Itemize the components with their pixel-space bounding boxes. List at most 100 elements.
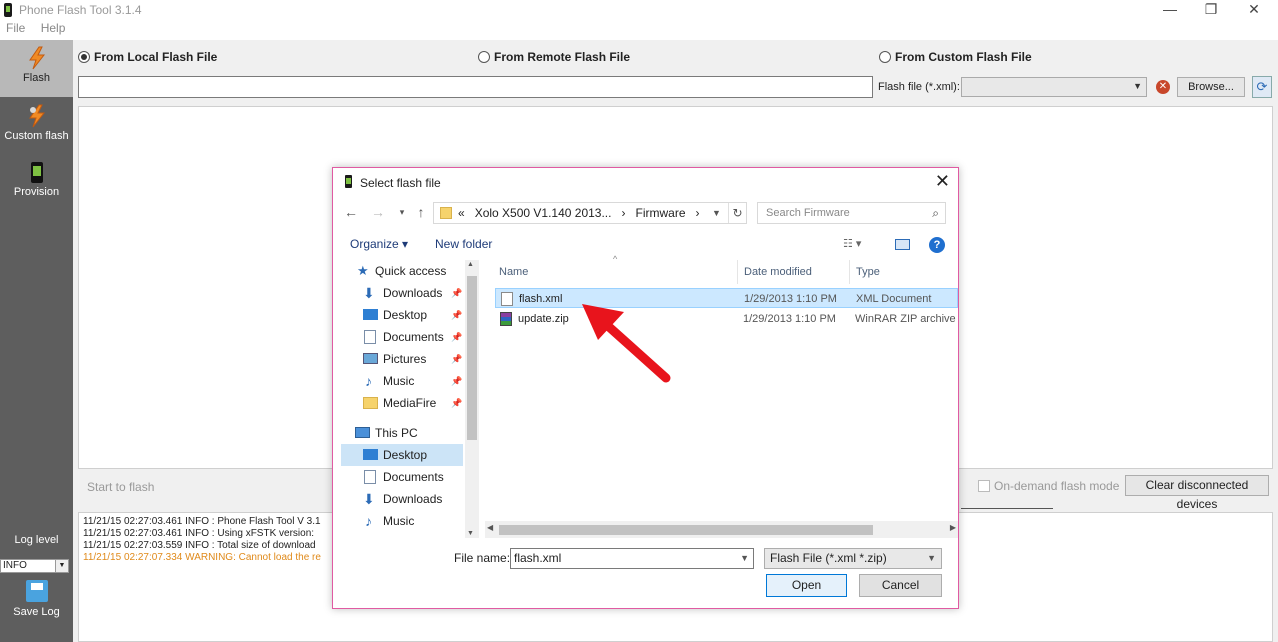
save-log-button[interactable]: Save Log (0, 580, 73, 618)
column-header-type[interactable]: Type (850, 260, 958, 284)
on-demand-flash-checkbox[interactable]: On-demand flash mode (978, 479, 1119, 493)
red-annotation-arrow-icon (582, 304, 671, 383)
chevron-down-icon[interactable]: ▼ (712, 203, 721, 223)
menu-help[interactable]: Help (41, 21, 66, 35)
menu-file[interactable]: File (6, 21, 25, 35)
radio-label: From Remote Flash File (494, 50, 631, 64)
radio-custom-flash-file[interactable]: From Custom Flash File (879, 50, 1032, 64)
nav-item-downloads-pc[interactable]: ⬇ Downloads (341, 488, 463, 510)
download-arrow-icon: ⬇ (363, 285, 375, 301)
nav-item-label: MediaFire (383, 396, 437, 410)
pin-icon[interactable]: 📌 (451, 326, 462, 348)
file-type-select[interactable]: Flash File (*.xml *.zip) ▼ (764, 548, 942, 569)
file-name-input[interactable]: flash.xml ▼ (510, 548, 754, 569)
minimize-button[interactable]: — (1150, 0, 1190, 20)
nav-item-documents-pc[interactable]: Documents (341, 466, 463, 488)
pin-icon[interactable]: 📌 (451, 348, 462, 370)
scroll-thumb[interactable] (467, 276, 477, 440)
file-row-flash-xml[interactable]: flash.xml 1/29/2013 1:10 PM XML Document (495, 288, 958, 308)
scroll-up-icon[interactable]: ▲ (467, 261, 474, 268)
breadcrumb-item[interactable]: Firmware (636, 206, 686, 220)
refresh-icon[interactable]: ↻ (728, 203, 746, 223)
log-level-label: Log level (14, 534, 59, 546)
nav-item-label: Documents (383, 330, 444, 344)
breadcrumb-overflow[interactable]: « (458, 206, 465, 220)
scroll-right-icon[interactable]: ▶ (950, 523, 956, 532)
close-icon[interactable]: ✕ (935, 171, 950, 192)
breadcrumb-separator[interactable]: › (696, 206, 700, 220)
cancel-button[interactable]: Cancel (859, 574, 942, 597)
nav-item-label: Pictures (383, 352, 427, 366)
sidebar-item-provision[interactable]: Provision (0, 154, 73, 208)
nav-item-mediafire[interactable]: MediaFire 📌 (341, 392, 463, 414)
sidebar-item-custom-flash[interactable]: Custom flash (0, 98, 73, 152)
nav-item-documents[interactable]: Documents 📌 (341, 326, 463, 348)
maximize-button[interactable]: ❐ (1191, 0, 1231, 20)
radio-remote-flash-file[interactable]: From Remote Flash File (478, 50, 630, 64)
file-list-scrollbar[interactable]: ◀ ▶ (485, 521, 958, 538)
chevron-down-icon[interactable]: ▼ (740, 549, 749, 568)
sidebar-item-label: Flash (23, 72, 50, 84)
clear-selection-icon[interactable]: ✕ (1156, 80, 1170, 94)
recent-locations-chevron-icon[interactable]: ▾ (393, 203, 411, 221)
navigation-pane: ★ Quick access ⬇ Downloads 📌 Desktop 📌 D… (341, 260, 477, 538)
computer-icon (355, 427, 370, 438)
close-window-button[interactable]: ✕ (1234, 0, 1274, 20)
breadcrumb-separator[interactable]: › (622, 206, 626, 220)
refresh-icon[interactable]: ⟳ (1252, 76, 1272, 98)
browse-button[interactable]: Browse... (1177, 77, 1245, 97)
app-phone-icon (4, 3, 12, 17)
address-bar[interactable]: « Xolo X500 V1.140 2013... › Firmware › … (433, 202, 747, 224)
search-input[interactable]: Search Firmware ⌕ (757, 202, 946, 224)
flash-path-input[interactable] (78, 76, 873, 98)
pin-icon[interactable]: 📌 (451, 282, 462, 304)
view-options-icon[interactable]: ☷ ▾ (843, 237, 861, 250)
sidebar-item-label: Provision (13, 186, 60, 198)
log-level-value: INFO (3, 560, 27, 571)
breadcrumb-item[interactable]: Xolo X500 V1.140 2013... (475, 206, 612, 220)
nav-pane-scrollbar[interactable]: ▲ ▼ (465, 260, 479, 538)
save-log-label: Save Log (13, 606, 60, 618)
document-icon (364, 470, 376, 484)
nav-item-music-pc[interactable]: ♪ Music (341, 510, 463, 532)
preview-pane-icon[interactable] (895, 239, 910, 250)
clear-disconnected-devices-button[interactable]: Clear disconnected devices (1125, 475, 1269, 511)
radio-dot (478, 51, 490, 63)
pin-icon[interactable]: 📌 (451, 370, 462, 392)
column-header-date-modified[interactable]: Date modified (738, 260, 850, 284)
folder-icon (363, 397, 378, 409)
radio-label: From Custom Flash File (895, 50, 1032, 64)
nav-item-this-pc[interactable]: This PC (341, 422, 463, 444)
open-button[interactable]: Open (766, 574, 847, 597)
nav-item-desktop-pc[interactable]: Desktop (341, 444, 463, 466)
scroll-left-icon[interactable]: ◀ (487, 523, 493, 532)
nav-item-quick-access[interactable]: ★ Quick access (341, 260, 463, 282)
column-header-name[interactable]: Name (493, 260, 738, 284)
scroll-thumb[interactable] (499, 525, 873, 535)
forward-arrow-icon[interactable]: → (369, 203, 387, 221)
back-arrow-icon[interactable]: ← (342, 203, 360, 221)
radio-local-flash-file[interactable]: From Local Flash File (78, 50, 217, 64)
log-level-select[interactable]: INFO ▼ (0, 559, 69, 573)
phone-icon (30, 162, 43, 183)
file-date: 1/29/2013 1:10 PM (744, 293, 837, 305)
pin-icon[interactable]: 📌 (451, 304, 462, 326)
sidebar-item-flash[interactable]: Flash (0, 40, 73, 97)
file-type: XML Document (856, 293, 932, 305)
on-demand-label: On-demand flash mode (994, 479, 1120, 493)
pin-icon[interactable]: 📌 (451, 392, 462, 414)
nav-item-desktop[interactable]: Desktop 📌 (341, 304, 463, 326)
nav-item-music[interactable]: ♪ Music 📌 (341, 370, 463, 392)
new-folder-button[interactable]: New folder (435, 237, 492, 251)
nav-item-downloads[interactable]: ⬇ Downloads 📌 (341, 282, 463, 304)
scroll-down-icon[interactable]: ▼ (467, 530, 474, 537)
flash-file-select[interactable]: ▼ (961, 77, 1147, 97)
file-row-update-zip[interactable]: update.zip 1/29/2013 1:10 PM WinRAR ZIP … (495, 309, 958, 329)
up-arrow-icon[interactable]: ↑ (412, 203, 430, 221)
nav-item-label: Desktop (383, 448, 428, 462)
star-icon: ★ (357, 263, 369, 278)
nav-item-pictures[interactable]: Pictures 📌 (341, 348, 463, 370)
music-note-icon: ♪ (365, 513, 372, 529)
help-icon[interactable]: ? (929, 237, 945, 253)
organize-button[interactable]: Organize ▾ (350, 237, 408, 251)
